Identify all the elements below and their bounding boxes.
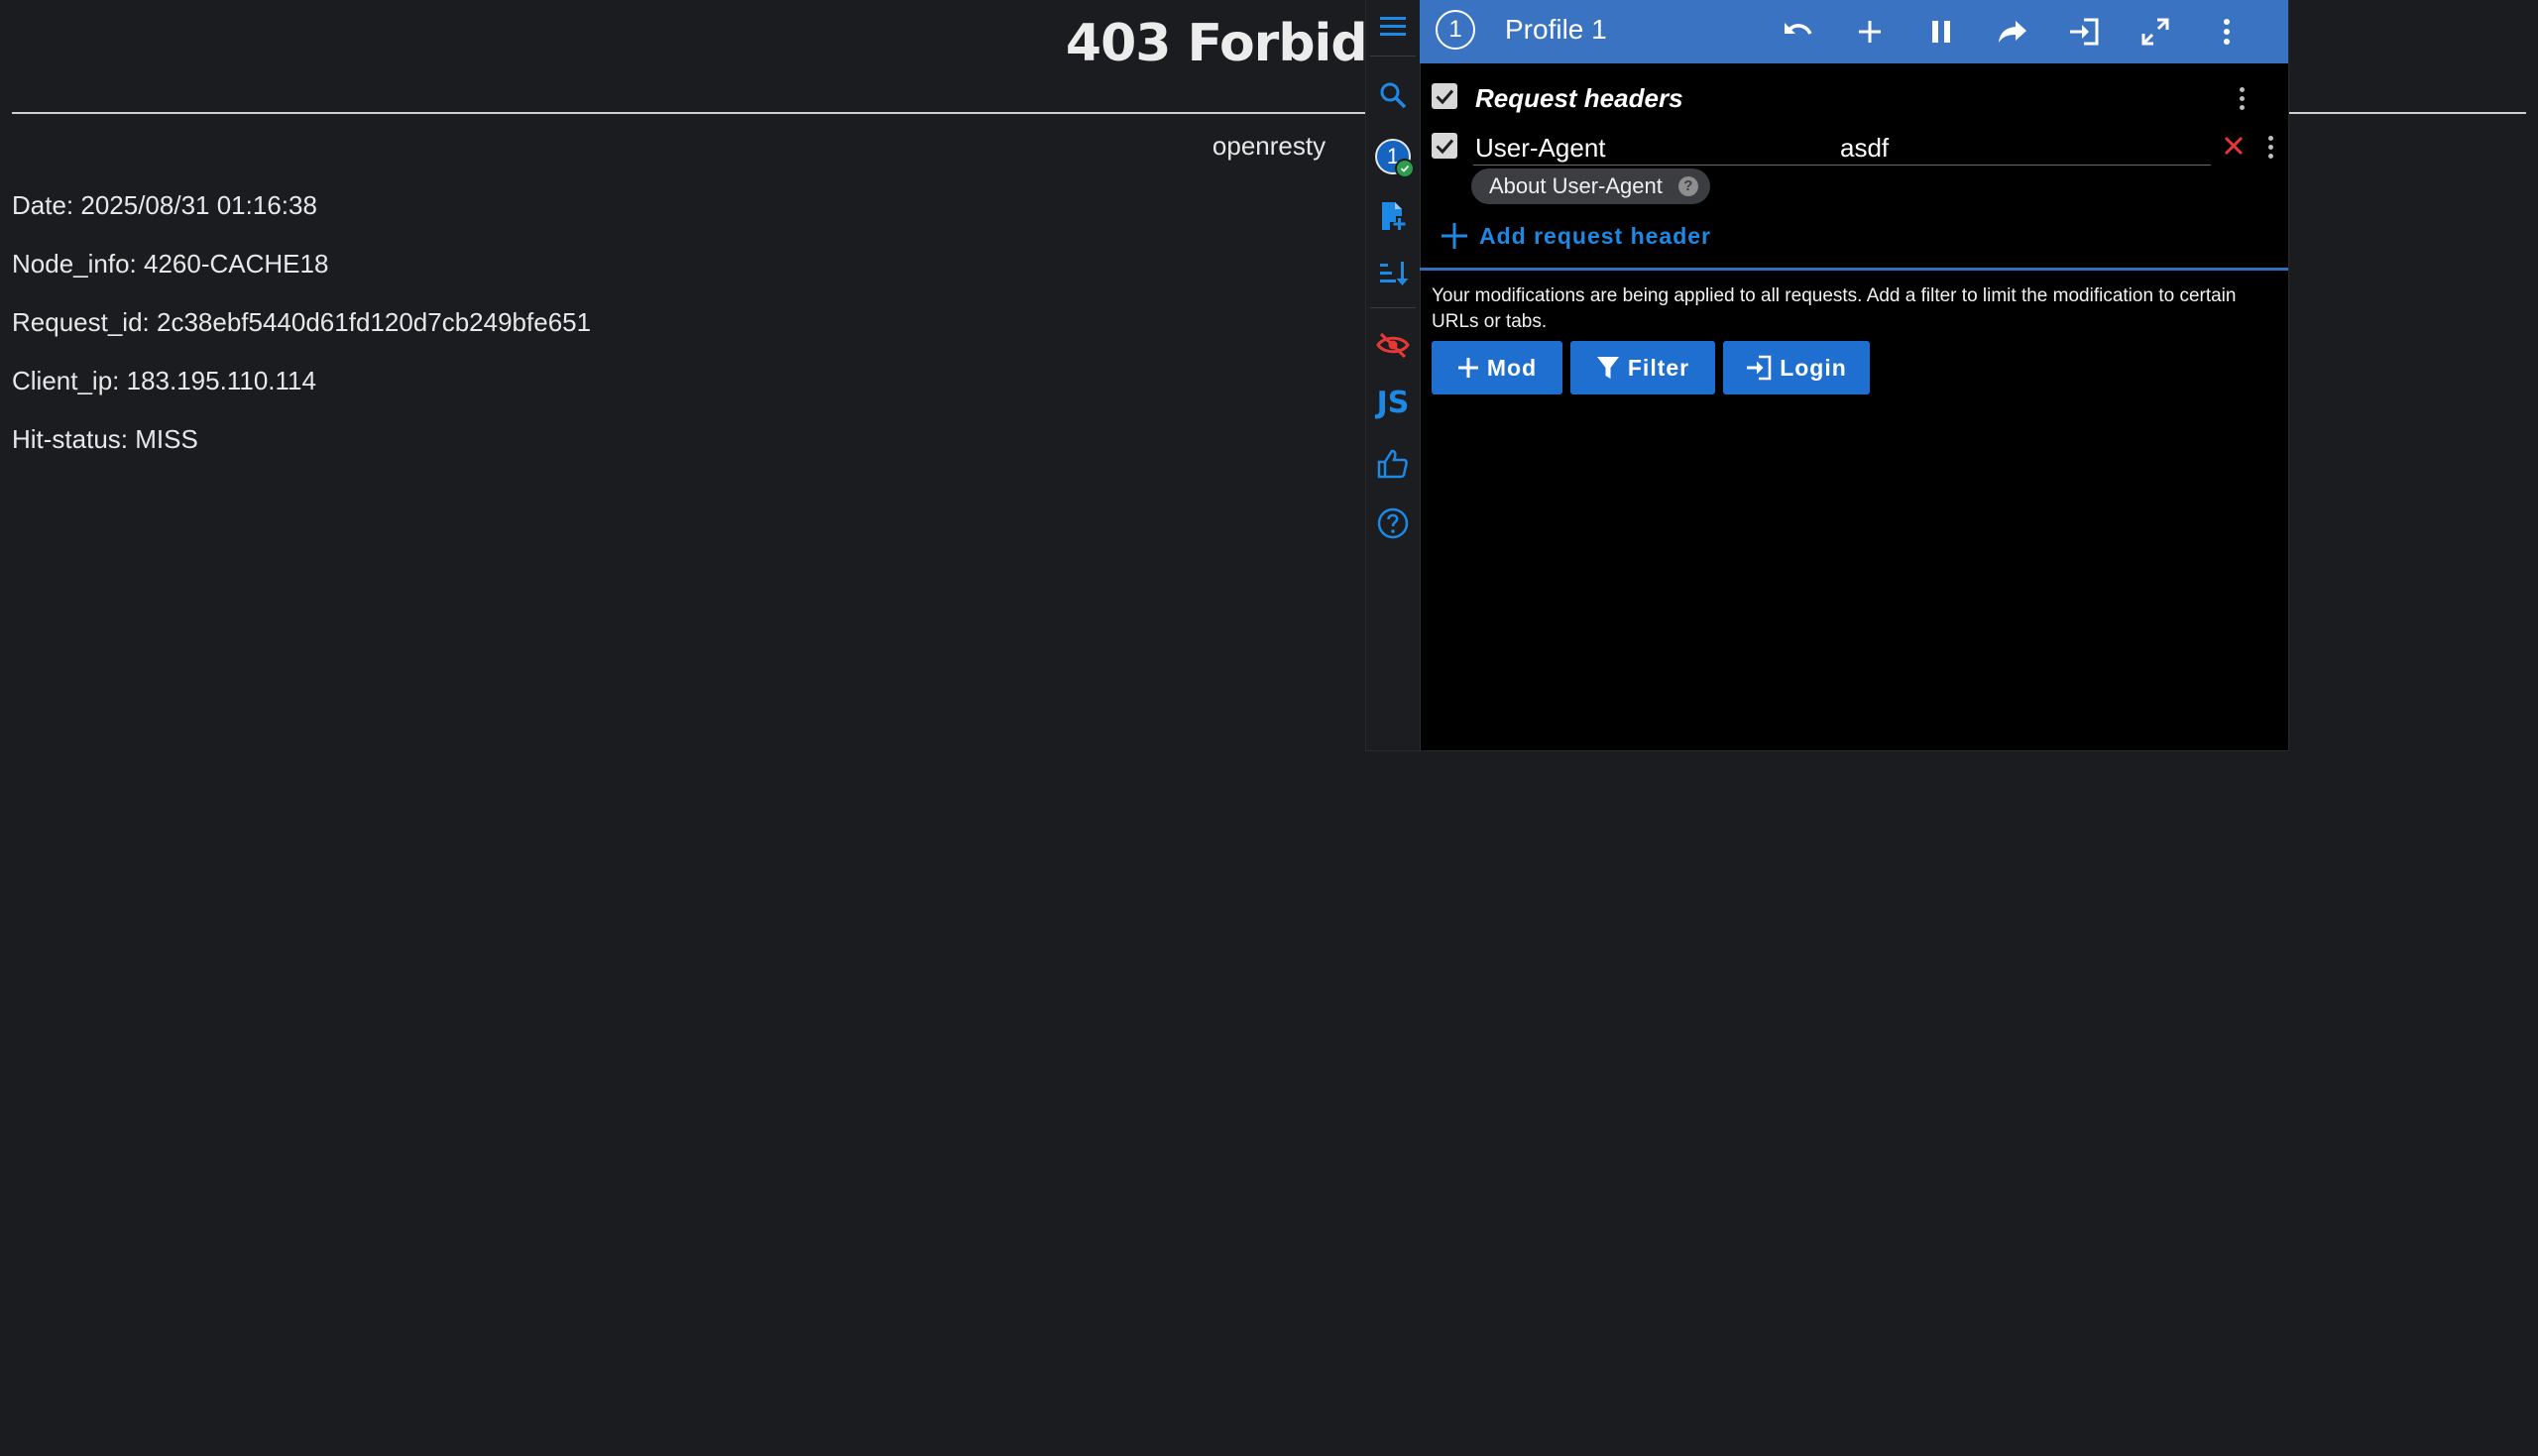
profile-1-button[interactable]: 1 xyxy=(1366,133,1420,180)
delete-header-button[interactable] xyxy=(2217,129,2250,163)
add-mod-button[interactable]: Mod xyxy=(1432,341,1562,394)
js-icon: JS xyxy=(1376,385,1410,420)
fullscreen-icon xyxy=(2141,18,2169,46)
check-icon xyxy=(1436,139,1454,155)
header-value-field[interactable]: asdf xyxy=(1840,133,1889,164)
add-profile-button[interactable] xyxy=(1366,192,1420,240)
login-button[interactable] xyxy=(2060,8,2108,56)
menu-button[interactable] xyxy=(1366,2,1420,50)
search-icon xyxy=(1380,82,1407,109)
header-more-button[interactable] xyxy=(2258,131,2282,163)
login-label: Login xyxy=(1780,354,1847,381)
header-field-underline xyxy=(1473,165,2211,166)
section-divider xyxy=(1420,268,2288,271)
menu-icon xyxy=(1380,17,1406,36)
about-header-label: About User-Agent xyxy=(1489,173,1663,198)
modification-notice: Your modifications are being applied to … xyxy=(1432,285,2237,332)
pause-icon xyxy=(1932,21,1950,43)
more-options-button[interactable] xyxy=(2203,8,2250,56)
profile-number-badge: 1 xyxy=(1436,10,1475,50)
add-icon xyxy=(1457,358,1478,378)
request-headers-checkbox[interactable] xyxy=(1432,83,1457,109)
add-button[interactable] xyxy=(1846,8,1894,56)
login-icon xyxy=(2070,18,2099,46)
info-request-id: Request_id: 2c38ebf5440d61fd120d7cb249bf… xyxy=(12,307,592,337)
profile-toolbar: 1 Profile 1 xyxy=(1420,0,2288,63)
rate-button[interactable] xyxy=(1366,440,1420,488)
add-icon xyxy=(1442,223,1467,249)
more-vert-icon xyxy=(2239,86,2245,110)
pause-button[interactable] xyxy=(1917,8,1965,56)
sort-icon xyxy=(1380,262,1409,285)
filter-icon xyxy=(1596,357,1619,379)
sidebar: 1 JS xyxy=(1366,0,1421,750)
about-header-chip[interactable]: About User-Agent ? xyxy=(1471,168,1710,204)
help-icon: ? xyxy=(1677,176,1698,196)
add-icon xyxy=(1859,21,1881,43)
close-icon xyxy=(2224,136,2244,156)
undo-button[interactable] xyxy=(1775,8,1822,56)
header-name-field[interactable]: User-Agent xyxy=(1475,133,1606,164)
profile-name[interactable]: Profile 1 xyxy=(1505,14,1607,46)
filter-label: Filter xyxy=(1627,354,1690,381)
fullscreen-button[interactable] xyxy=(2132,8,2179,56)
hide-button[interactable] xyxy=(1366,321,1420,369)
section-more-button[interactable] xyxy=(2227,83,2256,113)
profile-1-icon: 1 xyxy=(1375,139,1415,178)
info-client-ip: Client_ip: 183.195.110.114 xyxy=(12,366,316,395)
active-check-icon xyxy=(1395,159,1415,178)
add-login-button[interactable]: Login xyxy=(1723,341,1870,394)
login-icon xyxy=(1747,355,1772,381)
sidebar-divider xyxy=(1370,307,1416,308)
sort-button[interactable] xyxy=(1366,250,1420,297)
help-icon xyxy=(1377,507,1409,539)
info-date: Date: 2025/08/31 01:16:38 xyxy=(12,190,317,220)
share-icon xyxy=(1999,21,2026,43)
more-vert-icon xyxy=(2224,19,2230,45)
extension-popup: 1 JS 1 Profile 1 Request headers User-Ag… xyxy=(1366,0,2288,750)
info-node: Node_info: 4260-CACHE18 xyxy=(12,249,329,279)
add-file-icon xyxy=(1382,202,1406,230)
add-request-header-button[interactable]: Add request header xyxy=(1440,218,1711,254)
add-filter-button[interactable]: Filter xyxy=(1570,341,1715,394)
thumbs-up-icon xyxy=(1377,449,1408,479)
search-button[interactable] xyxy=(1366,71,1420,119)
help-button[interactable] xyxy=(1366,500,1420,547)
more-vert-icon xyxy=(2267,135,2273,159)
hidden-eye-icon xyxy=(1376,332,1410,359)
check-icon xyxy=(1436,89,1454,105)
header-row-checkbox[interactable] xyxy=(1432,133,1457,159)
info-hit-status: Hit-status: MISS xyxy=(12,424,198,454)
js-button[interactable]: JS xyxy=(1366,379,1420,426)
share-button[interactable] xyxy=(1989,8,2036,56)
mod-label: Mod xyxy=(1486,354,1538,381)
request-headers-title: Request headers xyxy=(1475,83,1683,113)
undo-icon xyxy=(1785,23,1812,35)
add-request-header-label: Add request header xyxy=(1479,222,1711,249)
